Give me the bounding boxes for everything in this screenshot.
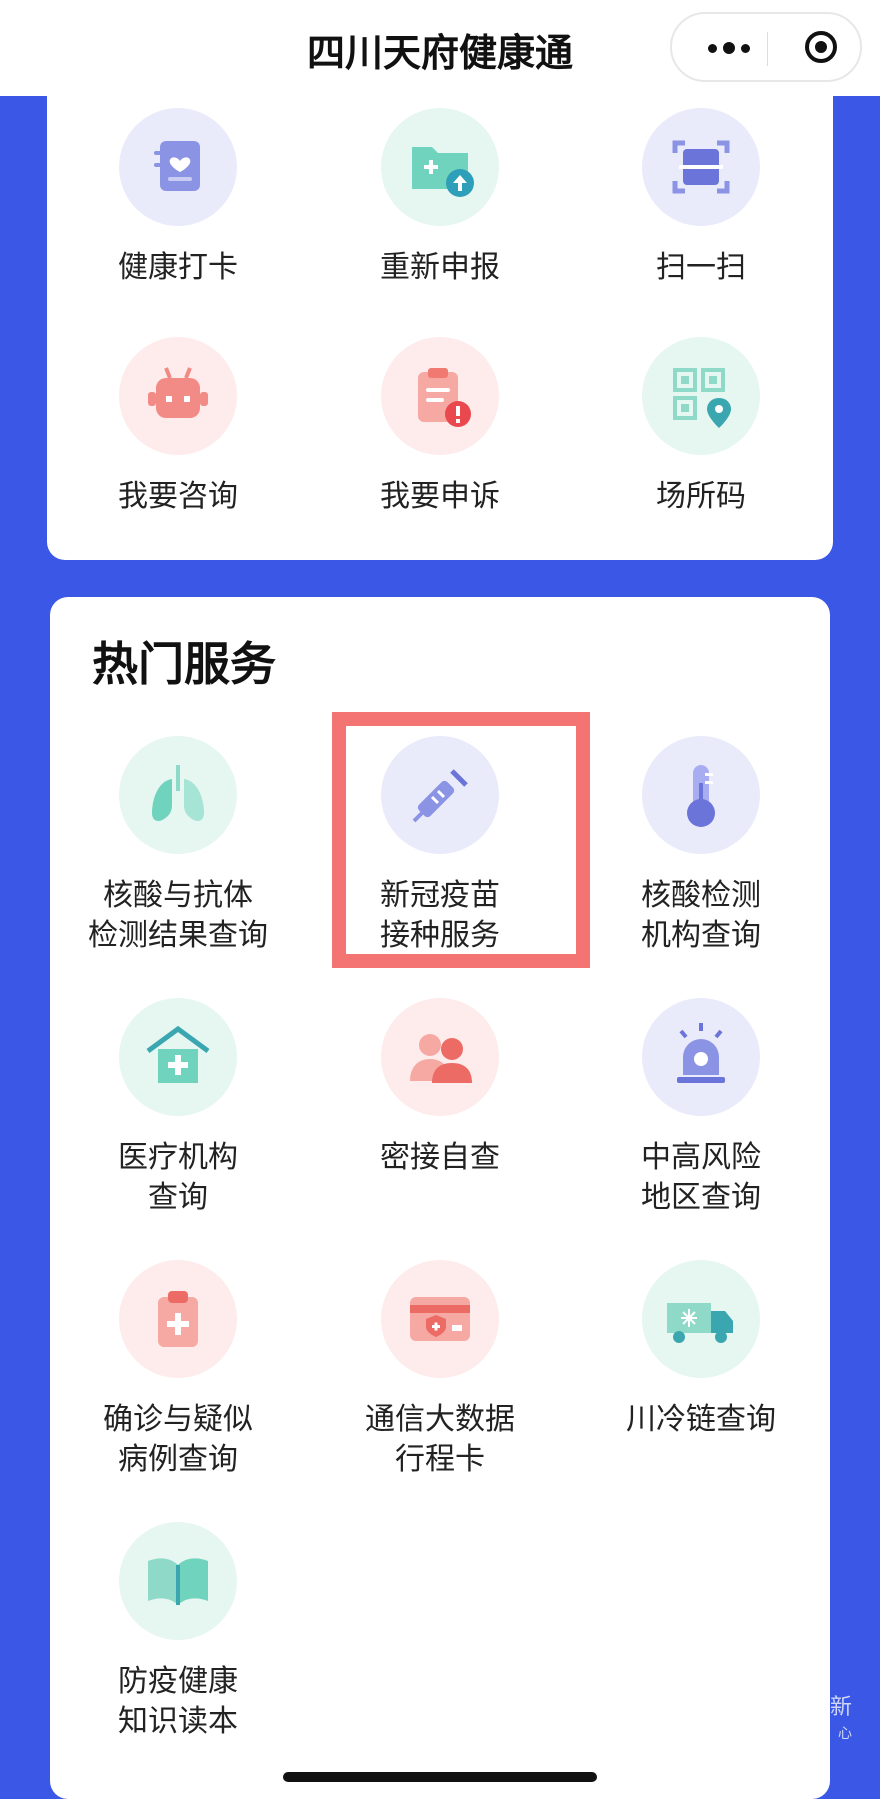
service-item-label: 核酸检测 机构查询: [641, 878, 761, 953]
more-options-icon[interactable]: [694, 28, 764, 68]
mini-program-capsule: [670, 12, 862, 82]
alarm-icon: [642, 998, 760, 1116]
cold-chain-truck-icon: [642, 1260, 760, 1378]
people-icon: [381, 998, 499, 1116]
lungs-icon: [119, 736, 237, 854]
grid-item-label: 健康打卡: [118, 250, 238, 285]
section-title: 热门服务: [92, 637, 276, 691]
service-item-test-results[interactable]: 核酸与抗体 检测结果查询: [58, 736, 298, 956]
service-item-medical-institutions[interactable]: 医疗机构 查询: [58, 998, 298, 1218]
service-item-label: 防疫健康 知识读本: [118, 1664, 238, 1739]
grid-item-label: 场所码: [656, 479, 746, 514]
service-item-label: 川冷链查询: [626, 1402, 776, 1437]
clipboard-alert-icon: [381, 337, 499, 455]
service-item-label: 医疗机构 查询: [118, 1140, 238, 1215]
service-item-label: 中高风险 地区查询: [641, 1140, 761, 1215]
grid-item-venue-code[interactable]: 场所码: [581, 337, 821, 517]
annotation-highlight-box: [332, 712, 590, 968]
thermometer-icon: [642, 736, 760, 854]
service-item-cold-chain[interactable]: 川冷链查询: [581, 1260, 821, 1440]
grid-item-label: 我要申诉: [380, 479, 500, 514]
service-item-test-institutions[interactable]: 核酸检测 机构查询: [581, 736, 821, 956]
service-item-travel-card[interactable]: 通信大数据 行程卡: [320, 1260, 560, 1480]
close-target-icon[interactable]: [804, 30, 838, 64]
qr-location-icon: [642, 337, 760, 455]
service-item-label: 确诊与疑似 病例查询: [103, 1402, 253, 1477]
health-checkin-icon: [119, 108, 237, 226]
home-indicator[interactable]: [283, 1772, 597, 1782]
grid-item-label: 我要咨询: [118, 479, 238, 514]
grid-item-scan[interactable]: 扫一扫: [581, 108, 821, 288]
watermark: 新 心: [829, 1695, 852, 1742]
service-item-risk-areas[interactable]: 中高风险 地区查询: [581, 998, 821, 1218]
scan-icon: [642, 108, 760, 226]
grid-item-health-checkin[interactable]: 健康打卡: [58, 108, 298, 288]
title-bar: 四川天府健康通: [0, 0, 880, 96]
service-item-close-contact[interactable]: 密接自查: [320, 998, 560, 1178]
book-icon: [119, 1522, 237, 1640]
travel-card-icon: [381, 1260, 499, 1378]
capsule-divider: [767, 32, 768, 66]
grid-item-appeal[interactable]: 我要申诉: [320, 337, 560, 517]
service-item-confirmed-cases[interactable]: 确诊与疑似 病例查询: [58, 1260, 298, 1480]
grid-item-consult[interactable]: 我要咨询: [58, 337, 298, 517]
folder-upload-icon: [381, 108, 499, 226]
hospital-icon: [119, 998, 237, 1116]
grid-item-redeclare[interactable]: 重新申报: [320, 108, 560, 288]
robot-icon: [119, 337, 237, 455]
service-item-label: 核酸与抗体 检测结果查询: [88, 878, 268, 953]
service-item-knowledge-book[interactable]: 防疫健康 知识读本: [58, 1522, 298, 1742]
medical-clipboard-icon: [119, 1260, 237, 1378]
grid-item-label: 重新申报: [380, 250, 500, 285]
service-item-label: 通信大数据 行程卡: [365, 1402, 515, 1477]
service-item-label: 密接自查: [380, 1140, 500, 1175]
grid-item-label: 扫一扫: [656, 250, 746, 285]
